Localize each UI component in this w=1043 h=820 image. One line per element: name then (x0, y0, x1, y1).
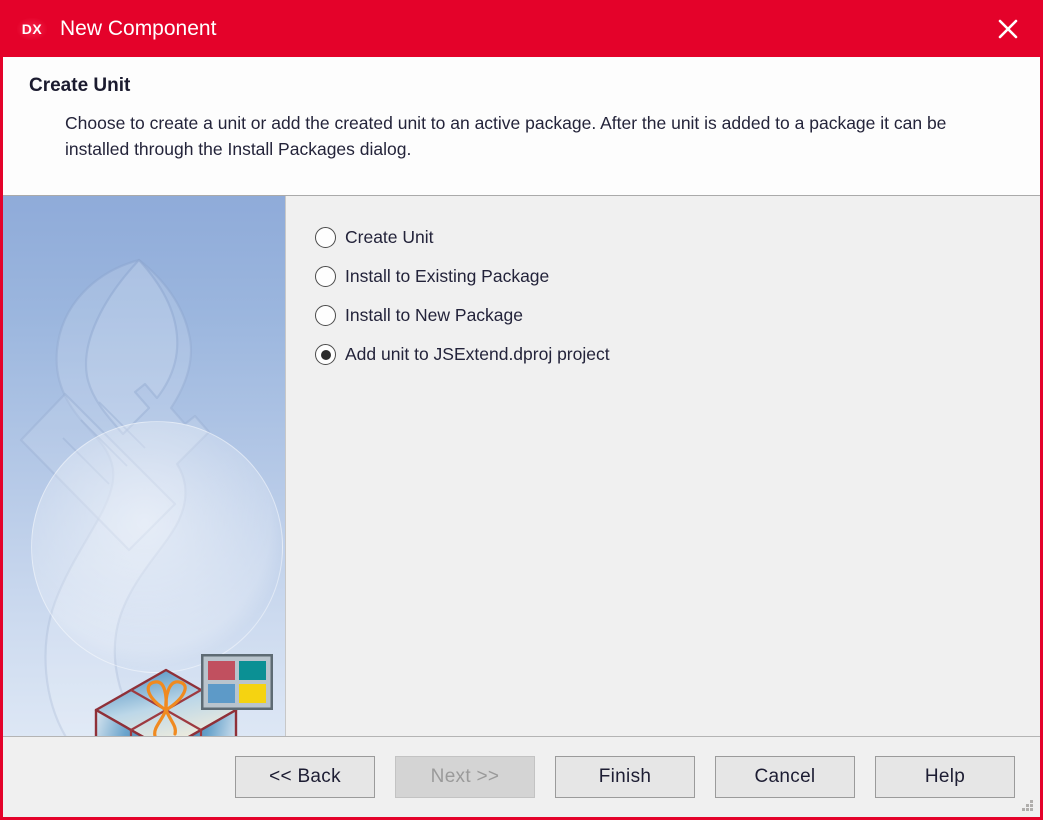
illustration-panel (3, 196, 286, 736)
close-button[interactable] (976, 0, 1040, 57)
close-icon (998, 19, 1018, 38)
back-button[interactable]: << Back (235, 756, 375, 798)
radio-icon (315, 266, 336, 287)
radio-label: Create Unit (345, 227, 434, 247)
cancel-button[interactable]: Cancel (715, 756, 855, 798)
finish-button[interactable]: Finish (555, 756, 695, 798)
halo-glow (31, 421, 283, 673)
radio-label: Add unit to JSExtend.dproj project (345, 344, 610, 364)
radio-option-install-existing-package[interactable]: Install to Existing Package (315, 257, 1040, 296)
dialog-header: Create Unit Choose to create a unit or a… (3, 57, 1040, 196)
radio-icon (315, 344, 336, 365)
options-panel: Create Unit Install to Existing Package … (286, 196, 1040, 736)
radio-icon (315, 227, 336, 248)
page-description: Choose to create a unit or add the creat… (65, 113, 947, 159)
title-bar: DX New Component (3, 0, 1040, 57)
dx-logo-icon: DX (17, 17, 47, 40)
window-title: New Component (60, 16, 217, 40)
page-title: Create Unit (29, 75, 131, 96)
four-color-squares-icon (201, 654, 273, 710)
radio-option-create-unit[interactable]: Create Unit (315, 218, 1040, 257)
radio-option-install-new-package[interactable]: Install to New Package (315, 296, 1040, 335)
help-button[interactable]: Help (875, 756, 1015, 798)
dialog-body: Create Unit Install to Existing Package … (3, 196, 1040, 736)
radio-label: Install to New Package (345, 305, 524, 325)
radio-icon (315, 305, 336, 326)
new-component-dialog: DX New Component Create Unit Choose to c… (0, 0, 1043, 820)
radio-option-add-unit-to-project[interactable]: Add unit to JSExtend.dproj project (315, 335, 1040, 374)
next-button: Next >> (395, 756, 535, 798)
radio-label: Install to Existing Package (345, 266, 550, 286)
resize-grip-icon[interactable] (1019, 797, 1035, 813)
dialog-footer: << Back Next >> Finish Cancel Help (3, 736, 1040, 817)
